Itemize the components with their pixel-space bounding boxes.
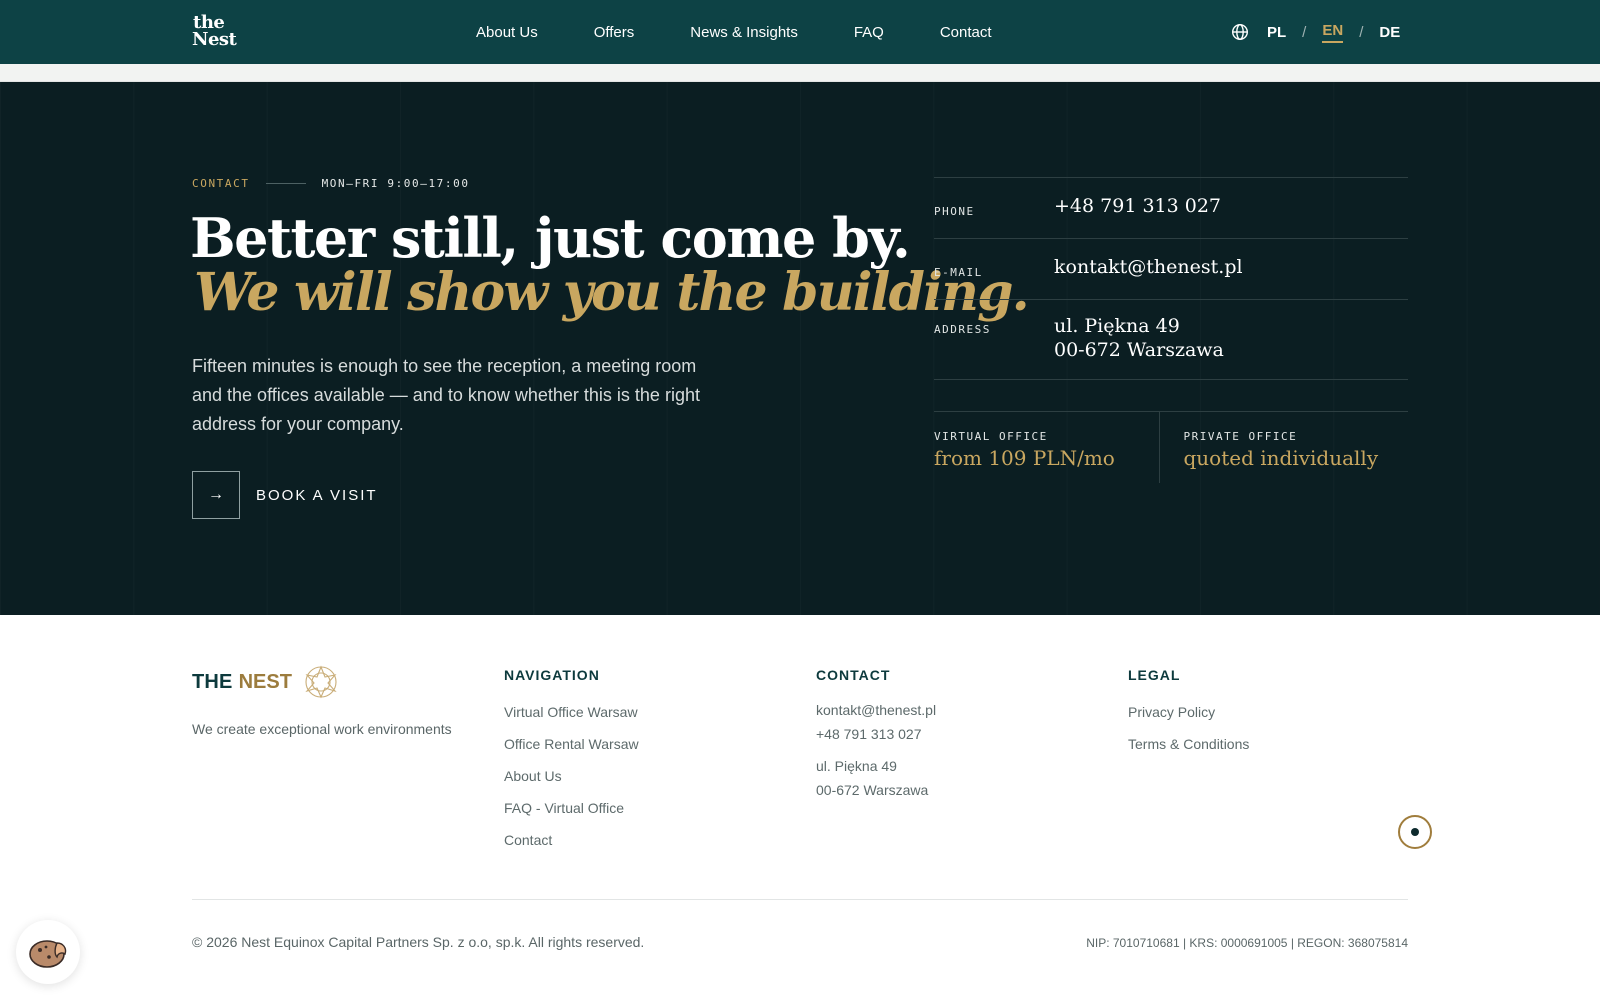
footer-email[interactable]: kontakt@thenest.pl: [816, 698, 936, 722]
nav-news-insights[interactable]: News & Insights: [690, 24, 798, 41]
footer-address-line-1: ul. Piękna 49: [816, 758, 897, 774]
address-row: ADDRESS ul. Piękna 49 00-672 Warszawa: [934, 299, 1408, 379]
globe-icon: [1231, 23, 1249, 41]
footer-contact: CONTACT kontakt@thenest.pl +48 791 313 0…: [816, 667, 936, 802]
address-line-2: 00-672 Warszawa: [1054, 339, 1224, 361]
phone-row: PHONE +48 791 313 027: [934, 177, 1408, 238]
footer-link-about-us[interactable]: About Us: [504, 767, 639, 786]
nav-about-us[interactable]: About Us: [476, 24, 538, 41]
contact-details: PHONE +48 791 313 027 E-MAIL kontakt@the…: [934, 177, 1408, 483]
book-visit-button[interactable]: → BOOK A VISIT: [192, 471, 378, 519]
brand-word-2: NEST: [238, 670, 292, 693]
book-visit-label: BOOK A VISIT: [256, 486, 378, 504]
footer-link-privacy[interactable]: Privacy Policy: [1128, 703, 1249, 722]
footer-brand[interactable]: THE NEST: [192, 665, 338, 699]
eyebrow-label: CONTACT: [192, 177, 250, 190]
virtual-office-label: VIRTUAL OFFICE: [934, 430, 1048, 443]
main-nav: About Us Offers News & Insights FAQ Cont…: [476, 0, 992, 64]
footer-contact-title: CONTACT: [816, 667, 891, 683]
copyright: © 2026 Nest Equinox Capital Partners Sp.…: [192, 934, 645, 950]
footer-link-terms[interactable]: Terms & Conditions: [1128, 735, 1249, 754]
lang-de[interactable]: DE: [1379, 24, 1400, 41]
dot-icon: [1411, 828, 1419, 836]
language-switcher: PL / EN / DE: [1231, 0, 1400, 64]
section-eyebrow: CONTACT MON–FRI 9:00–17:00: [192, 177, 470, 190]
virtual-office-price: VIRTUAL OFFICE from 109 PLN/mo: [934, 412, 1160, 483]
nest-emblem-icon: [305, 665, 337, 699]
footer-link-office-rental[interactable]: Office Rental Warsaw: [504, 735, 639, 754]
footer-navigation: NAVIGATION Virtual Office Warsaw Office …: [504, 667, 639, 863]
site-header: the Nest About Us Offers News & Insights…: [0, 0, 1600, 64]
private-office-price: PRIVATE OFFICE quoted individually: [1160, 412, 1409, 483]
logo-line-2: Nest: [192, 29, 237, 50]
footer-divider: [192, 899, 1408, 900]
arrow-right-icon: →: [192, 471, 240, 519]
footer-phone[interactable]: +48 791 313 027: [816, 722, 936, 746]
eyebrow-divider: [265, 183, 306, 184]
email-label: E-MAIL: [934, 266, 983, 279]
cookie-icon: [29, 940, 67, 968]
spacer-row: [934, 379, 1408, 411]
address-label: ADDRESS: [934, 323, 991, 336]
site-logo[interactable]: the Nest: [192, 14, 237, 50]
address-line-1: ul. Piękna 49: [1054, 315, 1180, 337]
email-row: E-MAIL kontakt@thenest.pl: [934, 238, 1408, 299]
opening-hours: MON–FRI 9:00–17:00: [321, 177, 470, 190]
nav-faq[interactable]: FAQ: [854, 24, 884, 41]
company-registry: NIP: 7010710681 | KRS: 0000691005 | REGO…: [1086, 936, 1408, 950]
private-office-value: quoted individually: [1183, 446, 1379, 470]
footer-address-line-2: 00-672 Warszawa: [816, 782, 929, 798]
nav-contact[interactable]: Contact: [940, 24, 992, 41]
site-footer: THE NEST We create exceptional work envi…: [0, 615, 1600, 1000]
nav-offers[interactable]: Offers: [594, 24, 635, 41]
footer-nav-title: NAVIGATION: [504, 667, 600, 683]
email-value[interactable]: kontakt@thenest.pl: [1054, 255, 1243, 279]
footer-link-virtual-office[interactable]: Virtual Office Warsaw: [504, 703, 639, 722]
scroll-to-top-button[interactable]: [1398, 815, 1432, 849]
headline: Better still, just come by.: [190, 206, 911, 270]
contact-section: CONTACT MON–FRI 9:00–17:00 Better still,…: [0, 82, 1600, 615]
header-strip: [0, 64, 1600, 82]
lang-separator: /: [1302, 23, 1307, 41]
footer-link-contact[interactable]: Contact: [504, 831, 639, 850]
phone-label: PHONE: [934, 205, 975, 218]
footer-legal: LEGAL Privacy Policy Terms & Conditions: [1128, 667, 1249, 767]
virtual-office-value: from 109 PLN/mo: [934, 446, 1115, 470]
cookie-settings-button[interactable]: [16, 920, 80, 984]
brand-word-1: THE: [192, 670, 233, 693]
footer-link-faq[interactable]: FAQ - Virtual Office: [504, 799, 639, 818]
footer-tagline: We create exceptional work environments: [192, 721, 452, 737]
lang-separator: /: [1359, 23, 1364, 41]
lang-pl[interactable]: PL: [1267, 24, 1286, 41]
lede-text: Fifteen minutes is enough to see the rec…: [192, 356, 700, 434]
headline-italic: We will show you the building.: [194, 262, 1030, 323]
private-office-label: PRIVATE OFFICE: [1183, 430, 1298, 443]
phone-value[interactable]: +48 791 313 027: [1054, 194, 1221, 218]
lang-en[interactable]: EN: [1322, 22, 1344, 43]
address-value: ul. Piękna 49 00-672 Warszawa: [1054, 314, 1224, 362]
footer-legal-title: LEGAL: [1128, 667, 1181, 683]
pricing-row: VIRTUAL OFFICE from 109 PLN/mo PRIVATE O…: [934, 411, 1408, 483]
